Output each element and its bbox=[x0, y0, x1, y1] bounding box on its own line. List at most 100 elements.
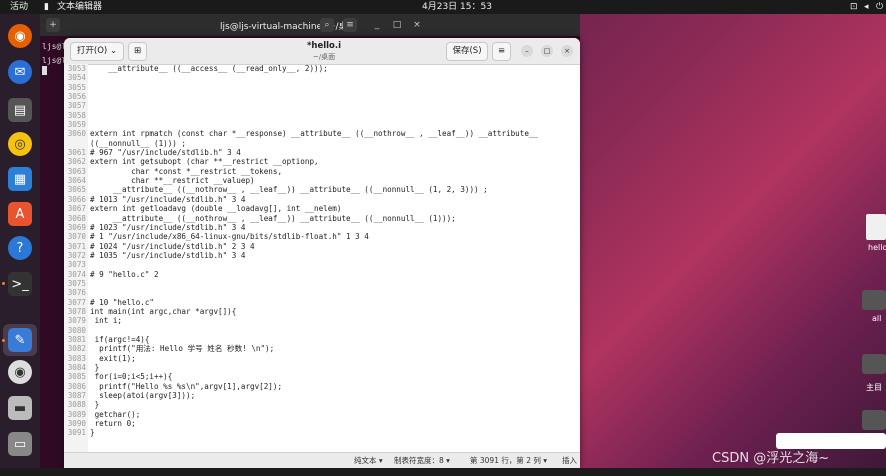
text-editor-icon[interactable]: ✎ bbox=[8, 328, 32, 352]
code-line: 3077 # 10 "hello.c" bbox=[64, 298, 580, 307]
desktop-folder-icon[interactable] bbox=[862, 290, 886, 310]
power-icon[interactable]: ⏻ bbox=[876, 0, 883, 14]
insert-mode[interactable]: 插入 bbox=[562, 453, 577, 468]
clock[interactable]: 4月23日 15：53 bbox=[422, 0, 492, 14]
trash-icon[interactable]: ▭ bbox=[8, 432, 32, 456]
open-button[interactable]: 打开(O) ⌄ bbox=[70, 42, 124, 61]
line-text[interactable]: # 1024 "/usr/include/stdlib.h" 2 3 4 bbox=[90, 242, 255, 251]
line-text[interactable]: __attribute__ ((__nothrow__ , __leaf__))… bbox=[90, 214, 456, 223]
activities-button[interactable]: 活动 bbox=[10, 0, 28, 14]
close-icon[interactable]: × bbox=[561, 45, 573, 57]
line-text[interactable]: ((__nonnull__ (1))) ; bbox=[90, 139, 186, 148]
writer-icon[interactable]: ▦ bbox=[8, 167, 32, 191]
line-text[interactable]: return 0; bbox=[90, 419, 136, 428]
desktop-label[interactable]: all bbox=[872, 314, 881, 323]
desktop-drive-icon[interactable] bbox=[862, 410, 886, 430]
new-document-button[interactable]: ⊞ bbox=[128, 42, 147, 61]
line-text[interactable]: # 967 "/usr/include/stdlib.h" 3 4 bbox=[90, 148, 241, 157]
line-number: 3059 bbox=[67, 120, 86, 130]
cursor-position[interactable]: 第 3091 行，第 2 列 ▾ bbox=[470, 453, 547, 468]
line-text[interactable]: # 1023 "/usr/include/stdlib.h" 3 4 bbox=[90, 223, 245, 232]
line-number: 3053 bbox=[67, 64, 86, 73]
document-title: *hello.i bbox=[306, 41, 342, 51]
app-menu-icon[interactable]: ▮ bbox=[44, 0, 49, 14]
watermark: CSDN @浮光之海~ bbox=[712, 451, 830, 466]
new-tab-icon[interactable]: + bbox=[46, 18, 60, 32]
rhythmbox-icon[interactable]: ◎ bbox=[8, 132, 32, 156]
line-text[interactable]: for(i=0;i<5;i++){ bbox=[90, 372, 173, 381]
desktop-file-label[interactable]: hello bbox=[868, 243, 886, 252]
line-text[interactable]: # 1013 "/usr/include/stdlib.h" 3 4 bbox=[90, 195, 245, 204]
line-text[interactable]: exit(1); bbox=[90, 354, 136, 363]
thunderbird-icon[interactable]: ✉ bbox=[8, 60, 32, 84]
line-text[interactable]: } bbox=[90, 428, 95, 437]
firefox-icon[interactable]: ◉ bbox=[8, 24, 32, 48]
terminal-search-icon[interactable]: ⌕ bbox=[320, 18, 334, 32]
disc-icon[interactable]: ◉ bbox=[8, 360, 32, 384]
save-button[interactable]: 保存(S) bbox=[446, 42, 488, 61]
terminal-close-icon[interactable]: × bbox=[410, 18, 424, 32]
document-path: ~/桌面 bbox=[312, 53, 336, 61]
top-bar: 活动 ▮ 文本编辑器 4月23日 15：53 ⊡ ◂ ⏻ bbox=[0, 0, 886, 14]
code-line: 3064 char **__restrict __valuep) bbox=[64, 176, 580, 185]
line-number: 3055 bbox=[67, 82, 86, 92]
line-text[interactable]: sleep(atoi(argv[3])); bbox=[90, 391, 195, 400]
terminal-menu-icon[interactable]: ≡ bbox=[343, 18, 357, 32]
line-text[interactable]: # 1035 "/usr/include/stdlib.h" 3 4 bbox=[90, 251, 245, 260]
code-line: 3091} bbox=[64, 428, 580, 437]
line-text[interactable]: printf("用法: Hello 学号 姓名 秒数! \n"); bbox=[90, 344, 274, 353]
maximize-icon[interactable]: □ bbox=[541, 45, 553, 57]
line-number: 3054 bbox=[67, 73, 86, 83]
network-icon[interactable]: ⊡ bbox=[850, 0, 858, 14]
line-text[interactable]: char *const *__restrict __tokens, bbox=[90, 167, 282, 176]
desktop-file-icon[interactable] bbox=[866, 214, 886, 240]
code-line: 3078 int main(int argc,char *argv[]){ bbox=[64, 307, 580, 316]
line-text[interactable]: extern int getsubopt (char **__restrict … bbox=[90, 157, 319, 166]
drive-icon[interactable]: ▬ bbox=[8, 396, 32, 420]
line-text[interactable]: # 1 "/usr/include/x86_64-linux-gnu/bits/… bbox=[90, 232, 369, 241]
line-text[interactable]: # 9 "hello.c" 2 bbox=[90, 270, 159, 279]
code-line: 3088 } bbox=[64, 400, 580, 409]
code-lines: 3053 __attribute__ ((__access__ (__read_… bbox=[64, 64, 580, 438]
line-text[interactable]: if(argc!=4){ bbox=[90, 335, 150, 344]
line-number: 3083 bbox=[67, 353, 86, 363]
line-number: 3091 bbox=[67, 428, 86, 438]
code-line: 3062 extern int getsubopt (char **__restr… bbox=[64, 157, 580, 166]
line-text[interactable]: extern int getloadavg (double __loadavg[… bbox=[90, 204, 341, 213]
line-number: 3067 bbox=[67, 204, 86, 214]
line-text[interactable]: printf("Hello %s %s\n",argv[1],argv[2]); bbox=[90, 382, 282, 391]
desktop-label[interactable]: 主目 bbox=[866, 382, 882, 393]
line-number: 3061 bbox=[67, 148, 86, 158]
line-text[interactable]: int main(int argc,char *argv[]){ bbox=[90, 307, 236, 316]
line-text[interactable]: int i; bbox=[90, 316, 122, 325]
line-text[interactable]: char **__restrict __valuep) bbox=[90, 176, 254, 185]
software-icon[interactable]: A bbox=[8, 202, 32, 226]
line-number: 3062 bbox=[67, 157, 86, 167]
code-line: 3081 if(argc!=4){ bbox=[64, 335, 580, 344]
terminal-minimize-icon[interactable]: _ bbox=[370, 18, 384, 32]
chevron-down-icon: ⌄ bbox=[109, 46, 118, 56]
tab-width-selector[interactable]: 制表符宽度：8 ▾ bbox=[394, 453, 450, 468]
line-text[interactable]: # 10 "hello.c" bbox=[90, 298, 154, 307]
files-icon[interactable]: ▤ bbox=[8, 98, 32, 122]
menu-button[interactable]: ≡ bbox=[492, 42, 511, 61]
app-menu[interactable]: 文本编辑器 bbox=[57, 0, 102, 14]
desktop-home-icon[interactable] bbox=[862, 354, 886, 374]
help-icon[interactable]: ? bbox=[8, 236, 32, 260]
minimize-icon[interactable]: – bbox=[521, 45, 533, 57]
terminal-icon[interactable]: >_ bbox=[8, 272, 32, 296]
line-text[interactable]: } bbox=[90, 363, 100, 372]
line-text[interactable]: __attribute__ ((__nothrow__ , __leaf__))… bbox=[90, 185, 488, 194]
terminal-maximize-icon[interactable]: □ bbox=[390, 18, 404, 32]
line-text[interactable]: getchar(); bbox=[90, 410, 141, 419]
text-editor-window[interactable]: 打开(O) ⌄ ⊞ *hello.i ~/桌面 保存(S) ≡ – □ × 30… bbox=[64, 38, 580, 468]
new-document-icon: ⊞ bbox=[133, 46, 142, 56]
volume-icon[interactable]: ◂ bbox=[864, 0, 869, 14]
code-line: 3084 } bbox=[64, 363, 580, 372]
line-text[interactable]: __attribute__ ((__access__ (__read_only_… bbox=[90, 64, 327, 73]
language-selector[interactable]: 纯文本 ▾ bbox=[354, 453, 383, 468]
editor-running-dot bbox=[2, 339, 5, 342]
line-text[interactable]: } bbox=[90, 400, 100, 409]
line-text[interactable]: extern int rpmatch (const char *__respon… bbox=[90, 129, 538, 138]
code-view[interactable]: 3053 __attribute__ ((__access__ (__read_… bbox=[64, 64, 580, 452]
